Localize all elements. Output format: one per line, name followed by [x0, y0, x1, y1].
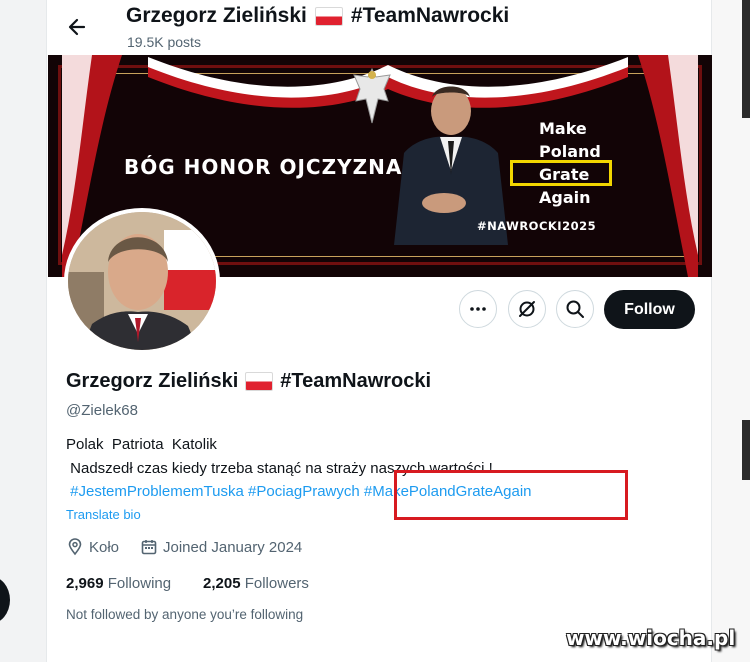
followers-count: 2,205 [203, 575, 241, 592]
watermark: www.wiocha.pl [566, 626, 736, 650]
location-item: Koło [66, 538, 119, 556]
followers-label: Followers [244, 575, 309, 592]
more-button[interactable] [459, 290, 497, 328]
calendar-icon [141, 540, 157, 555]
yellow-highlight-box [510, 160, 612, 186]
header-name: Grzegorz Zieliński [126, 4, 307, 27]
header-hashtag: #TeamNawrocki [350, 4, 510, 27]
search-button[interactable] [556, 290, 594, 328]
back-button[interactable] [62, 12, 92, 42]
banner-hashtag: #NAWROCKI2025 [477, 219, 597, 233]
poland-flag-icon [245, 372, 274, 391]
slogan-line: Again [539, 188, 591, 207]
column-divider-left [46, 0, 47, 662]
back-arrow-icon [68, 18, 86, 36]
location-text: Koło [89, 538, 120, 556]
header-title: Grzegorz Zieliński #TeamNawrocki [126, 4, 509, 28]
right-edge-bar [742, 420, 750, 480]
follow-button[interactable]: Follow [604, 290, 695, 329]
grok-icon [519, 301, 535, 317]
banner-drape-right [638, 55, 698, 277]
profile-name: Grzegorz Zieliński [66, 370, 239, 392]
following-link[interactable]: 2,969 Following [66, 575, 171, 592]
post-count: 19.5K posts [127, 34, 201, 50]
profile-handle: @Zielek68 [66, 402, 138, 419]
followers-link[interactable]: 2,205 Followers [203, 575, 309, 592]
search-icon [566, 300, 584, 318]
red-highlight-box [394, 470, 628, 520]
left-sidebar-area [0, 0, 46, 662]
right-edge-bar [742, 0, 750, 118]
profile-hashtag: #TeamNawrocki [280, 370, 432, 392]
banner-motto: BÓG HONOR OJCZYZNA [124, 155, 403, 179]
floating-action-button[interactable] [0, 576, 10, 624]
slogan-line: Make [539, 119, 587, 138]
following-count: 2,969 [66, 575, 104, 592]
poland-flag-icon [314, 6, 343, 26]
grok-button[interactable] [508, 290, 546, 328]
avatar-photo [68, 212, 216, 350]
not-followed-note: Not followed by anyone you’re following [66, 607, 304, 622]
more-icon [470, 307, 486, 311]
joined-text: Joined January 2024 [163, 538, 303, 556]
location-icon [68, 538, 82, 556]
profile-display-name: Grzegorz Zieliński #TeamNawrocki [66, 370, 431, 393]
joined-item: Joined January 2024 [140, 538, 302, 556]
avatar[interactable] [64, 208, 220, 354]
translate-bio-link[interactable]: Translate bio [66, 507, 141, 522]
following-label: Following [107, 575, 172, 592]
bio-line: Polak Patriota Katolik [66, 436, 217, 453]
